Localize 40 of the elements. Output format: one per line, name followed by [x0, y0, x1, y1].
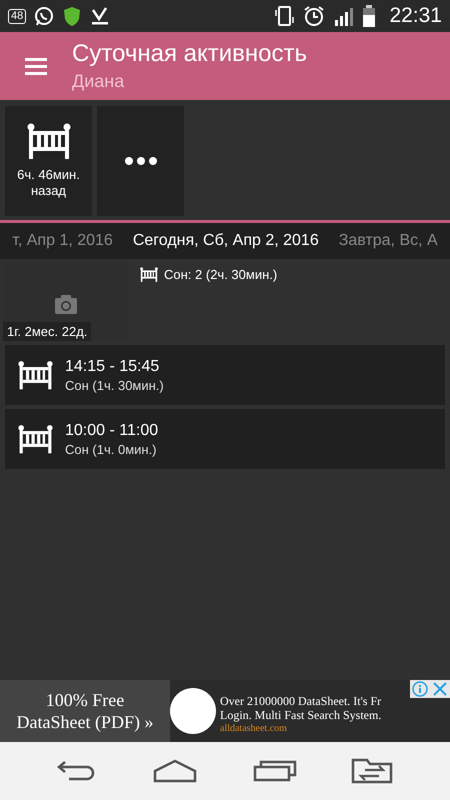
switch-icon	[351, 758, 393, 784]
screen-subtitle: Диана	[72, 70, 126, 93]
date-tab[interactable]: Завтра, Вс, А	[338, 232, 438, 250]
ad-logo-icon	[170, 688, 216, 734]
menu-icon	[25, 58, 47, 74]
crib-icon	[18, 360, 53, 390]
activity-tile[interactable]: 6ч. 46мин. назад	[5, 106, 92, 216]
chat-icon	[34, 6, 54, 26]
crib-icon	[26, 123, 70, 159]
date-tab[interactable]: Сегодня, Сб, Апр 2, 2016	[132, 232, 319, 250]
close-icon	[432, 681, 448, 697]
home-icon	[153, 759, 199, 783]
date-tab[interactable]: т, Апр 1, 2016	[12, 232, 113, 250]
age-label: 1г. 2мес. 22д.	[3, 322, 92, 341]
entry-card[interactable]: 10:00 - 11:00 Сон (1ч. 0мин.)	[5, 409, 445, 469]
battery-icon	[363, 5, 376, 27]
alarm-icon	[303, 5, 326, 27]
ad-source: alldatasheet.com	[220, 722, 288, 734]
ad-text: Login. Multi Fast Search System.	[220, 708, 382, 722]
crib-icon	[18, 424, 53, 454]
sleep-total: Сон: 2 (2ч. 30мин.)	[164, 267, 278, 282]
entry-card[interactable]: 14:15 - 15:45 Сон (1ч. 30мин.)	[5, 345, 445, 405]
entry-time: 14:15 - 15:45	[65, 357, 160, 377]
screen-title: Суточная активность	[72, 39, 308, 69]
info-icon	[412, 681, 428, 697]
crib-icon	[140, 267, 158, 282]
vibrate-icon	[274, 5, 296, 27]
entry-description: Сон (1ч. 0мин.)	[65, 441, 158, 458]
notification-count-icon: 48	[8, 8, 26, 24]
shield-icon	[62, 6, 82, 26]
entry-description: Сон (1ч. 30мин.)	[65, 377, 164, 394]
check-icon	[90, 6, 110, 26]
ad-headline: 100% Free DataSheet (PDF) »	[0, 680, 170, 742]
signal-icon	[333, 5, 356, 27]
status-time: 22:31	[389, 4, 442, 28]
entry-time: 10:00 - 11:00	[65, 421, 158, 441]
camera-icon	[54, 294, 76, 314]
more-icon	[124, 157, 156, 165]
recents-icon	[253, 759, 297, 783]
ad-text: Over 21000000 DataSheet. It's Fr	[220, 694, 382, 708]
